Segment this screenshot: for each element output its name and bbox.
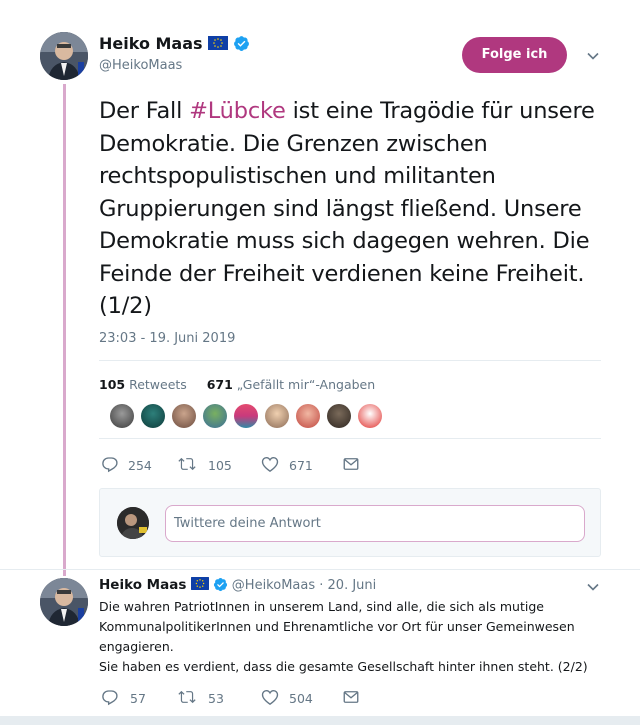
retweet-stat-count: 105	[99, 377, 126, 392]
liker-avatar[interactable]	[110, 404, 134, 428]
liker-avatar[interactable]	[265, 404, 289, 428]
liker-avatar[interactable]	[327, 404, 351, 428]
liker-avatar[interactable]	[358, 404, 382, 428]
like-stat-label: „Gefällt mir“-Angaben	[236, 377, 376, 392]
divider	[0, 569, 640, 570]
direct-message-icon	[343, 691, 359, 703]
follow-button[interactable]: Folge ich	[462, 37, 567, 73]
like-icon	[261, 690, 279, 706]
thread-line	[63, 84, 66, 576]
liker-avatar[interactable]	[234, 404, 258, 428]
hashtag-link[interactable]: #Lübcke	[189, 98, 286, 124]
tweet-text-start: Der Fall	[99, 98, 190, 124]
reply-input[interactable]: Twittere deine Antwort	[165, 505, 585, 542]
timeline-bottom-separator	[0, 716, 640, 725]
tweet-stats: 105 Retweets 671 „Gefällt mir“-Angaben	[99, 377, 375, 392]
like-icon	[261, 457, 279, 473]
divider	[99, 360, 601, 361]
author-name[interactable]: Heiko Maas	[99, 34, 203, 53]
verified-badge-icon	[213, 577, 228, 592]
retweet-icon	[178, 457, 196, 471]
liker-avatar[interactable]	[172, 404, 196, 428]
tweet-author[interactable]: Heiko Maas	[99, 34, 250, 53]
current-user-avatar	[117, 507, 149, 539]
chevron-down-icon[interactable]	[585, 579, 601, 595]
liker-avatar[interactable]	[203, 404, 227, 428]
retweet-count: 53	[208, 691, 224, 706]
liker-avatar[interactable]	[141, 404, 165, 428]
reply-icon	[102, 457, 118, 473]
reply-composer: Twittere deine Antwort	[99, 488, 601, 557]
like-stat-count: 671	[206, 377, 233, 392]
tweet-text-end: ist eine Tragödie für unsere Demokratie.…	[99, 98, 595, 319]
author-handle[interactable]: @HeikoMaas	[99, 58, 182, 73]
author-name[interactable]: Heiko Maas	[99, 577, 186, 593]
tweet2-header: Heiko Maas @HeikoMaas · 20. Juni	[99, 577, 376, 593]
retweet-stat[interactable]: 105 Retweets	[99, 377, 187, 392]
author-handle[interactable]: @HeikoMaas	[232, 578, 315, 593]
eu-flag-icon	[207, 36, 228, 50]
tweet2-line-1: Die wahren PatriotInnen in unserem Land,…	[99, 599, 575, 654]
eu-flag-icon	[190, 577, 209, 590]
divider	[99, 438, 601, 439]
reply-count: 57	[130, 691, 146, 706]
tweet2-line-2: Sie haben es verdient, dass die gesamte …	[99, 659, 588, 674]
retweet-stat-label: Retweets	[129, 377, 187, 392]
tweet-timestamp[interactable]: 23:03 - 19. Juni 2019	[99, 331, 235, 346]
tweet-date[interactable]: 20. Juni	[328, 578, 377, 593]
retweet-icon	[178, 690, 196, 704]
reply-count: 254	[128, 458, 152, 473]
author-avatar[interactable]	[40, 578, 88, 626]
tweet2-text: Die wahren PatriotInnen in unserem Land,…	[99, 597, 609, 677]
author-avatar[interactable]	[40, 32, 88, 80]
chevron-down-icon[interactable]	[585, 48, 601, 64]
reply-icon	[102, 690, 118, 706]
like-stat[interactable]: 671 „Gefällt mir“-Angaben	[207, 377, 375, 392]
like-count: 504	[289, 691, 313, 706]
tweet-text: Der Fall #Lübcke ist eine Tragödie für u…	[99, 95, 609, 323]
like-count: 671	[289, 458, 313, 473]
retweet-count: 105	[208, 458, 232, 473]
verified-badge-icon	[233, 35, 250, 52]
liker-avatar[interactable]	[296, 404, 320, 428]
direct-message-icon	[343, 458, 359, 470]
header-separator: ·	[315, 578, 328, 593]
